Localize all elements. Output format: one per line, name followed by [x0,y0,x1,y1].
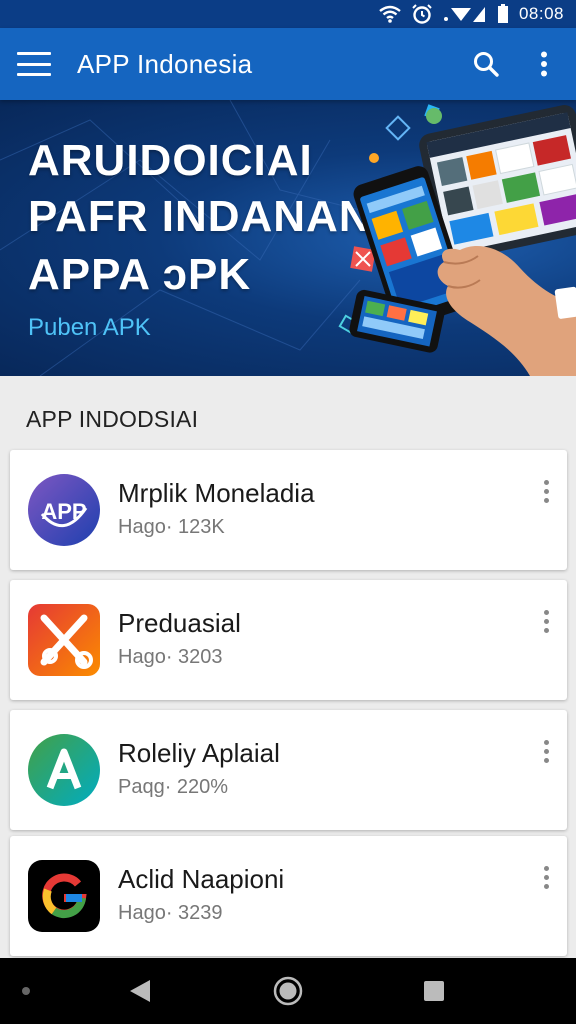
letter-a-icon [28,734,100,806]
menu-icon[interactable] [17,52,51,76]
app-name: Preduasial [118,608,241,638]
home-button[interactable] [264,958,312,1024]
banner-line-1: ARUIDOICIAI [28,136,313,185]
more-vert-icon[interactable] [531,474,561,508]
devices-illustration [338,104,576,376]
battery-icon [497,4,508,23]
app-title: APP Indonesia [77,48,253,79]
recents-icon [424,981,444,1001]
app-logo-icon: APP [28,474,100,546]
app-bar: APP Indonesia [0,28,576,100]
more-vert-icon [541,51,547,77]
status-bar: 08:08 [0,0,576,28]
dot-icon [22,987,30,995]
alarm-icon [412,4,432,24]
nav-dot [14,958,38,1024]
g-logo-icon [28,860,100,932]
scissors-wrench-icon [28,604,100,676]
app-meta: Hago· 123K [118,516,225,538]
app-list-item[interactable]: APP Mrplik Moneladia Hago· 123K [10,450,567,570]
app-meta: Hago· 3203 [118,646,223,668]
more-options-button[interactable] [520,40,568,88]
app-list-item[interactable]: Preduasial Hago· 3203 [10,580,567,700]
search-button[interactable] [462,40,510,88]
system-nav-bar [0,958,576,1024]
app-name: Mrplik Moneladia [118,478,315,508]
app-meta: Hago· 3239 [118,902,223,924]
banner-line-2: PAFR INDANAN [28,192,372,241]
more-vert-icon[interactable] [531,604,561,638]
signal-icon [443,7,485,22]
wifi-icon [379,5,401,23]
promo-banner[interactable]: ARUIDOICIAI PAFR INDANAN APPA ɔPK Puben … [0,100,576,376]
status-time: 08:08 [518,4,564,23]
recents-button[interactable] [410,958,458,1024]
back-button[interactable] [116,958,164,1024]
app-list-item[interactable]: Aclid Naapioni Hago· 3239 [10,836,567,956]
app-meta: Paqg· 220% [118,776,229,798]
section-title: APP INDODSIAI [26,406,199,432]
search-icon [474,52,499,77]
home-icon [273,976,303,1006]
more-vert-icon[interactable] [531,734,561,768]
back-icon [130,980,150,1002]
app-name: Aclid Naapioni [118,864,285,894]
banner-line-3: APPA ɔPK [28,250,252,299]
more-vert-icon[interactable] [531,860,561,894]
banner-subtitle: Puben APK [28,314,151,341]
app-list-item[interactable]: Roleliy Aplaial Paqg· 220% [10,710,567,830]
app-name: Roleliy Aplaial [118,738,280,768]
